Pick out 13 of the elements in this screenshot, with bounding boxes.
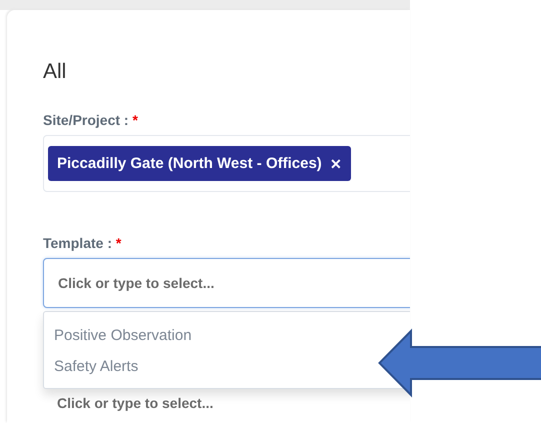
dropdown-option[interactable]: Positive Observation (54, 320, 410, 351)
required-mark: * (116, 235, 122, 251)
field-label: Template : (43, 235, 112, 251)
placeholder-text: Click or type to select... (58, 275, 214, 291)
required-mark: * (132, 112, 138, 128)
remove-button[interactable]: ✕ (330, 156, 342, 170)
section-heading: All (43, 59, 68, 85)
dropdown-option[interactable]: Safety Alerts (54, 351, 410, 382)
template-select-field[interactable]: Click or type to select... (43, 258, 410, 308)
site-select-field[interactable]: Piccadilly Gate (North West - Offices) ✕ (43, 135, 410, 192)
placeholder-text: Click or type to select... (57, 395, 214, 411)
chip-label: Piccadilly Gate (North West - Offices) (57, 155, 322, 172)
field-label: Site/Project : (43, 112, 129, 128)
